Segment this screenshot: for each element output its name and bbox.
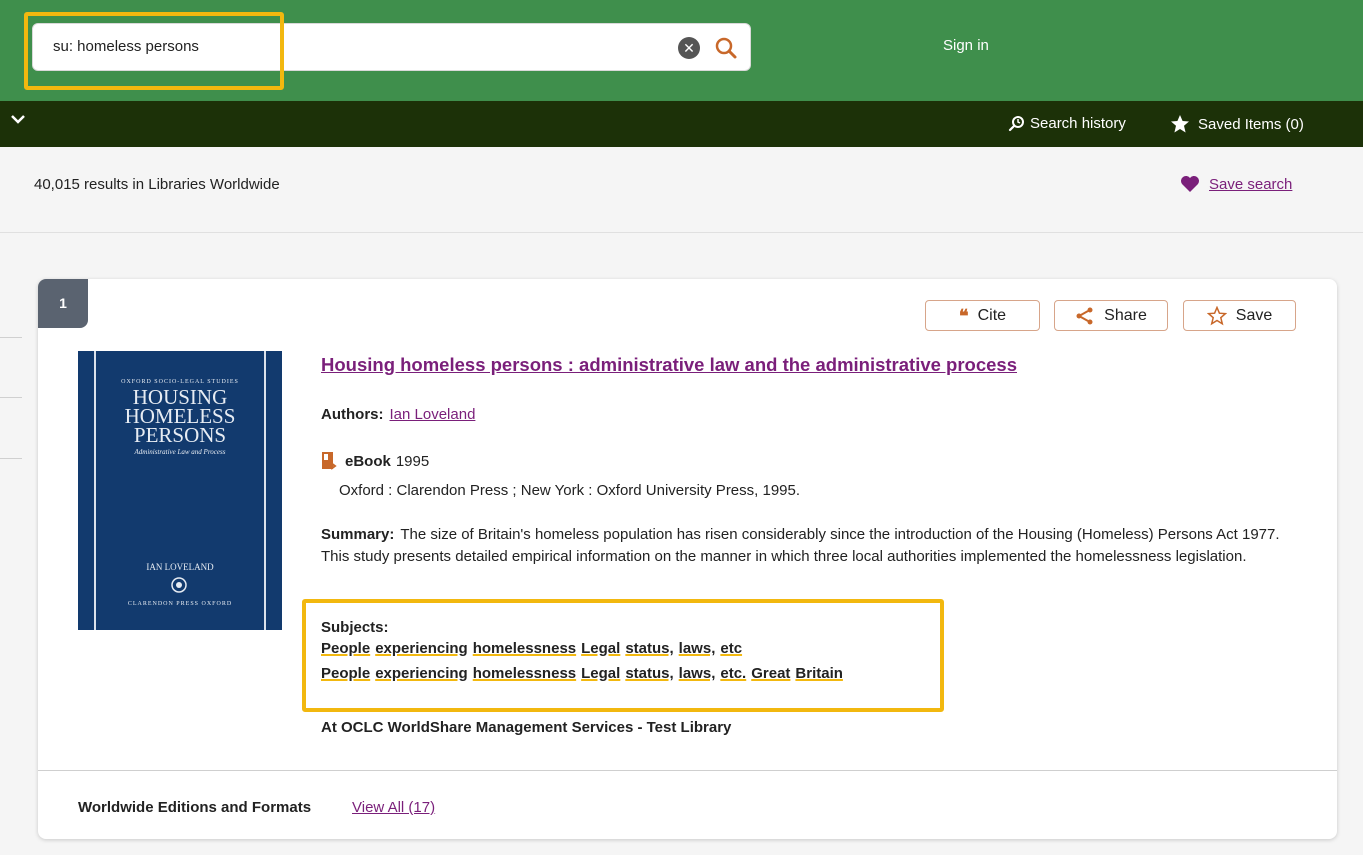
authors-row: Authors: Ian Loveland xyxy=(321,406,475,423)
nav-bar: Search history Saved Items (0) xyxy=(0,101,1363,147)
search-icon[interactable] xyxy=(711,34,741,64)
search-input[interactable]: su: homeless persons ✕ xyxy=(32,23,751,71)
star-outline-icon xyxy=(1206,305,1227,325)
subject-term-link[interactable]: etc xyxy=(720,640,742,657)
share-button[interactable]: Share xyxy=(1054,300,1168,331)
cover-publisher: CLARENDON PRESS OXFORD xyxy=(127,601,233,607)
top-header: su: homeless persons ✕ Sign in xyxy=(0,0,1363,101)
divider xyxy=(0,458,22,459)
subject-term-link[interactable]: experiencing xyxy=(375,665,468,682)
share-icon xyxy=(1076,307,1093,324)
divider xyxy=(0,397,22,398)
subject-term-link[interactable]: Great xyxy=(751,665,790,682)
history-search-icon xyxy=(1008,116,1024,132)
saved-items-link[interactable]: Saved Items (0) xyxy=(1170,114,1304,134)
view-all-editions-link[interactable]: View All (17) xyxy=(352,799,435,816)
results-header: 40,015 results in Libraries Worldwide Sa… xyxy=(0,147,1363,233)
subjects-label: Subjects: xyxy=(321,619,389,636)
summary-label: Summary: xyxy=(321,526,395,543)
subject-term-link[interactable]: homelessness xyxy=(473,640,576,657)
save-button-label: Save xyxy=(1235,306,1273,324)
search-history-link[interactable]: Search history xyxy=(1008,114,1126,132)
subject-term-link[interactable]: status, xyxy=(625,640,673,657)
saved-items-label: Saved Items (0) xyxy=(1198,115,1304,133)
subject-term-link[interactable]: People xyxy=(321,640,370,657)
editions-label: Worldwide Editions and Formats xyxy=(78,799,312,816)
publication-info: Oxford : Clarendon Press ; New York : Ox… xyxy=(339,482,801,499)
cover-author: IAN LOVELAND xyxy=(146,562,214,572)
search-history-label: Search history xyxy=(1030,114,1126,132)
subject-term-link[interactable]: Legal xyxy=(581,640,620,657)
subject-heading-1[interactable]: People experiencing homelessness Legal s… xyxy=(321,640,742,657)
format-label: eBook xyxy=(345,452,391,470)
publisher-seal-icon xyxy=(171,577,187,593)
authors-label: Authors: xyxy=(321,406,384,423)
subject-term-link[interactable]: experiencing xyxy=(375,640,468,657)
clear-search-icon[interactable]: ✕ xyxy=(678,37,700,59)
chevron-down-icon[interactable] xyxy=(9,110,29,130)
cover-title: HOUSING HOMELESS PERSONS xyxy=(78,387,282,447)
heart-icon xyxy=(1181,176,1199,192)
cite-button[interactable]: ❝ Cite xyxy=(925,300,1040,331)
result-rank-badge: 1 xyxy=(38,279,88,328)
summary-text: The size of Britain's homeless populatio… xyxy=(321,526,1280,565)
subject-term-link[interactable]: Legal xyxy=(581,665,620,682)
save-search-label: Save search xyxy=(1209,175,1293,193)
cover-subtitle: Administrative Law and Process xyxy=(134,448,226,456)
cite-button-label: Cite xyxy=(977,306,1007,324)
results-count: 40,015 results in Libraries Worldwide xyxy=(34,176,280,193)
search-input-value[interactable]: su: homeless persons xyxy=(53,38,199,55)
sign-in-link[interactable]: Sign in xyxy=(943,37,989,54)
record-title-link[interactable]: Housing homeless persons : administrativ… xyxy=(321,354,1017,376)
divider xyxy=(0,337,22,338)
subject-term-link[interactable]: People xyxy=(321,665,370,682)
author-link[interactable]: Ian Loveland xyxy=(390,406,476,423)
format-row: eBook 1995 xyxy=(321,451,429,471)
card-divider xyxy=(38,770,1337,771)
summary: Summary: The size of Britain's homeless p… xyxy=(321,524,1306,568)
save-button[interactable]: Save xyxy=(1183,300,1296,331)
subject-heading-2[interactable]: People experiencing homelessness Legal s… xyxy=(321,665,843,682)
subject-term-link[interactable]: status, xyxy=(625,665,673,682)
star-icon xyxy=(1171,115,1189,133)
cover-title-line: PERSONS xyxy=(133,423,227,447)
holding-library: At OCLC WorldShare Management Services -… xyxy=(321,719,732,736)
book-cover-image[interactable]: OXFORD SOCIO-LEGAL STUDIES HOUSING HOMEL… xyxy=(78,351,282,630)
subject-term-link[interactable]: Britain xyxy=(795,665,843,682)
publication-year: 1995 xyxy=(395,452,430,470)
subject-term-link[interactable]: laws, xyxy=(679,665,716,682)
result-card: 1 ❝ Cite Share Save OXFORD SOCIO-LEGAL S… xyxy=(38,279,1337,839)
ebook-icon xyxy=(322,452,337,470)
subject-term-link[interactable]: homelessness xyxy=(473,665,576,682)
subject-term-link[interactable]: laws, xyxy=(679,640,716,657)
share-button-label: Share xyxy=(1104,306,1147,324)
subject-term-link[interactable]: etc. xyxy=(720,665,746,682)
quote-icon: ❝ xyxy=(958,305,969,326)
save-search-link[interactable]: Save search xyxy=(1180,175,1292,193)
